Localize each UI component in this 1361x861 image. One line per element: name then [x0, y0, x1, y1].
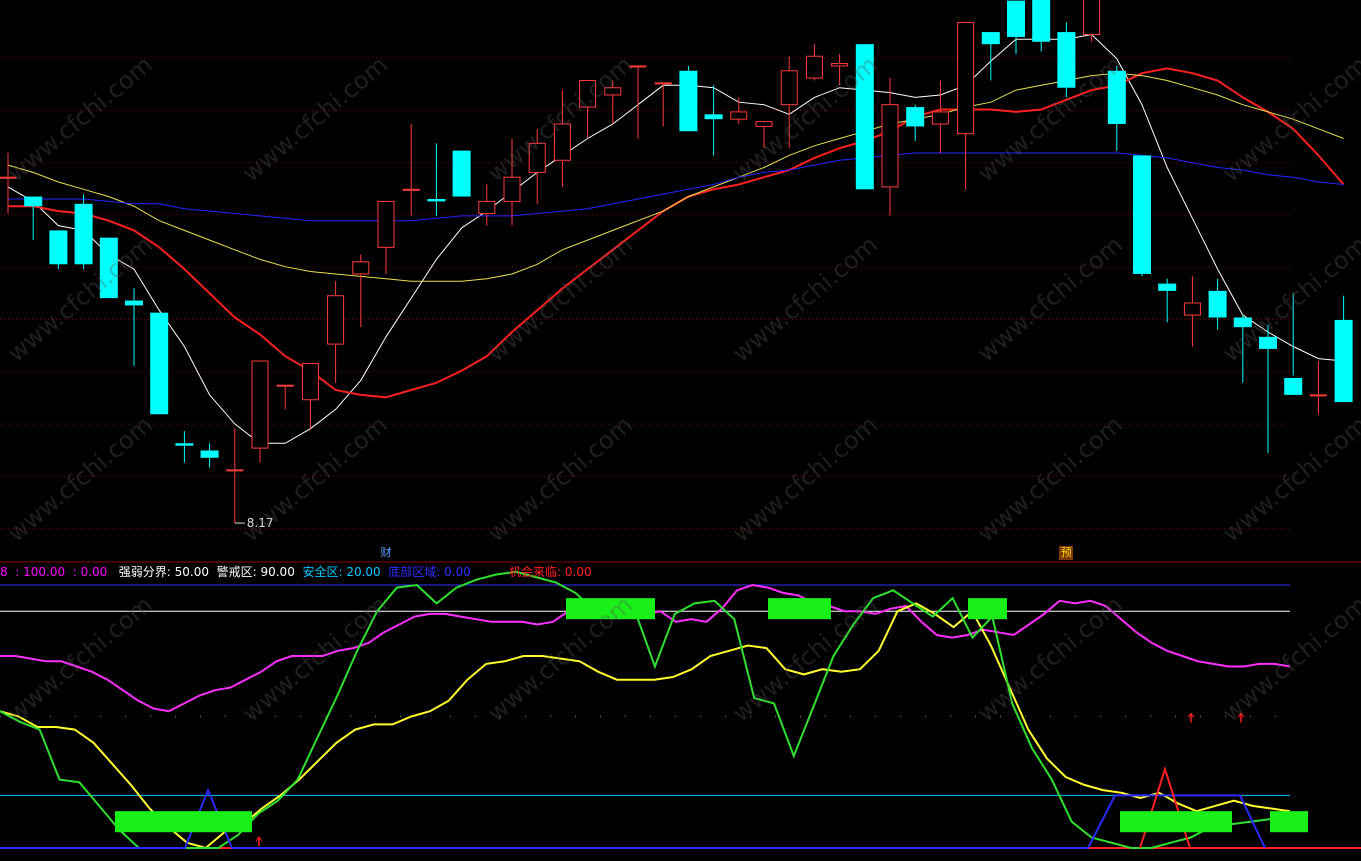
signal-box: [115, 811, 252, 833]
candle-body-up: [957, 21, 975, 135]
candle-body-down: [427, 198, 446, 202]
candle-body-up: [402, 188, 420, 191]
legend-item: 强弱分界: 50.00: [107, 565, 209, 579]
candle-body-up: [730, 111, 748, 120]
candle-body-down: [150, 312, 169, 415]
candle-body-up: [301, 362, 319, 401]
candle-body-down: [981, 32, 1000, 45]
candle-body-down: [1284, 377, 1303, 395]
high-price-label: 10.20: [1108, 0, 1142, 1]
candle-body-up: [226, 469, 244, 472]
candle-body-up: [377, 200, 395, 248]
candle-body-up: [654, 82, 672, 85]
candle-body-up: [1183, 302, 1201, 316]
candle-body-up: [327, 295, 345, 345]
candle-body-up: [1083, 0, 1101, 36]
candle-body-up: [755, 121, 773, 127]
legend-item: : 100.00 : 0.00: [7, 565, 108, 579]
candle-body-down: [1007, 0, 1025, 37]
candle-body-down: [1334, 319, 1353, 403]
event-tag[interactable]: 财: [379, 546, 393, 560]
candle-body-up: [881, 104, 899, 188]
candle-body-down: [452, 150, 471, 197]
indicator-red-line: [1139, 765, 1191, 849]
signal-box: [768, 598, 831, 620]
candle-body-down: [1158, 283, 1177, 291]
candle-body-up: [780, 70, 798, 106]
candle-body-up: [352, 261, 370, 275]
candle-body-down: [200, 450, 219, 458]
indicator-legend: 8 : 100.00 : 0.00 强弱分界: 50.00 警戒区: 90.00…: [0, 563, 592, 579]
candle-body-up: [478, 200, 496, 214]
signal-box: [968, 598, 1007, 620]
candle-body-down: [74, 203, 93, 265]
signal-box: [1120, 811, 1232, 833]
signal-box: [1270, 811, 1308, 833]
candle-body-down: [175, 443, 194, 446]
event-tag[interactable]: 预: [1059, 546, 1074, 560]
candle-body-up: [1309, 394, 1327, 397]
candle-body-up: [251, 360, 269, 449]
candle-body-down: [1057, 32, 1076, 88]
candle-body-up: [805, 55, 823, 79]
candle-body-down: [1032, 0, 1051, 42]
candle-body-up: [931, 111, 949, 125]
candle-body-down: [1133, 155, 1151, 274]
legend-item: 警戒区: 90.00: [208, 565, 295, 579]
candle-body-down: [125, 300, 143, 306]
legend-item: 机会来临: 0.00: [470, 565, 592, 579]
legend-item: 底部区域: 0.00: [380, 565, 471, 579]
candle-body-up: [276, 384, 294, 387]
candle-body-down: [49, 230, 68, 265]
candle-body-down: [1208, 290, 1227, 318]
candle-body-down: [24, 196, 43, 207]
legend-item: 安全区: 20.00: [294, 565, 381, 579]
stock-chart[interactable]: 10.208.17: [0, 0, 1361, 861]
candle-body-down: [906, 107, 925, 127]
legend-item: 8: [0, 565, 8, 579]
candle-body-down: [704, 114, 723, 120]
candle-body-down: [679, 70, 698, 132]
